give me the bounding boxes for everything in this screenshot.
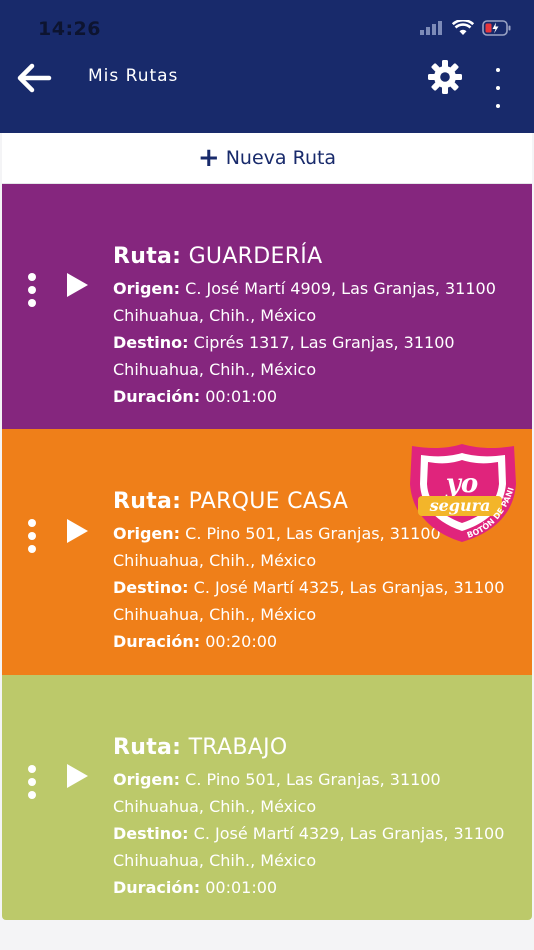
play-icon[interactable] [62, 516, 92, 546]
more-dot [496, 104, 500, 108]
duration-label: Duración: [113, 632, 201, 651]
battery-icon [482, 20, 511, 36]
route-name-value: TRABAJO [188, 735, 288, 760]
kebab-dot [28, 286, 36, 294]
more-vertical-icon [496, 68, 500, 72]
kebab-dot [28, 299, 36, 307]
panic-button-badge[interactable]: yo segura BOTÓN DE PÁNICO [407, 433, 520, 545]
destination-label: Destino: [113, 578, 189, 597]
origin-label: Origen: [113, 524, 181, 543]
origin-label: Origen: [113, 770, 181, 789]
duration-value: 00:20:00 [205, 632, 278, 651]
route-menu-button[interactable] [26, 765, 38, 799]
status-time: 14:26 [38, 18, 101, 40]
duration-value: 00:01:00 [205, 878, 278, 897]
signal-icon [420, 21, 442, 35]
route-name-label: Ruta: [113, 244, 182, 269]
new-route-button[interactable]: + Nueva Ruta [2, 133, 532, 184]
duration-label: Duración: [113, 878, 201, 897]
kebab-dot [28, 778, 36, 786]
route-destination: Destino: C. José Martí 4325, Las Granjas… [113, 574, 513, 628]
route-duration: Duración: 00:20:00 [113, 628, 513, 655]
kebab-icon [28, 273, 36, 281]
kebab-dot [28, 545, 36, 553]
route-destination: Destino: C. José Martí 4329, Las Granjas… [113, 820, 513, 874]
app-header: 14:26 Mis Rutas [0, 0, 534, 133]
screen: 14:26 Mis Rutas + Nueva Ruta Ruta: GUARD… [0, 0, 534, 950]
route-name: Ruta: TRABAJO [113, 735, 513, 760]
route-name-label: Ruta: [113, 735, 182, 760]
origin-label: Origen: [113, 279, 181, 298]
badge-line1: yo [445, 469, 478, 499]
arrow-left-icon [17, 63, 52, 93]
destination-label: Destino: [113, 333, 189, 352]
route-name-value: PARQUE CASA [188, 489, 349, 514]
route-name-label: Ruta: [113, 489, 182, 514]
route-duration: Duración: 00:01:00 [113, 383, 513, 410]
route-info: Ruta: TRABAJO Origen: C. Pino 501, Las G… [113, 735, 513, 901]
wifi-icon [452, 20, 474, 35]
settings-button[interactable] [424, 56, 466, 98]
route-duration: Duración: 00:01:00 [113, 874, 513, 901]
destination-label: Destino: [113, 824, 189, 843]
play-icon[interactable] [62, 761, 92, 791]
route-origin: Origen: C. Pino 501, Las Granjas, 31100 … [113, 766, 513, 820]
more-options-button[interactable] [486, 68, 510, 108]
back-button[interactable] [14, 58, 54, 98]
gear-icon [428, 60, 462, 94]
route-destination: Destino: Ciprés 1317, Las Granjas, 31100… [113, 329, 513, 383]
new-route-label: Nueva Ruta [225, 147, 337, 169]
duration-label: Duración: [113, 387, 201, 406]
route-info: Ruta: GUARDERÍA Origen: C. José Martí 49… [113, 244, 513, 410]
plus-icon: + [197, 143, 220, 173]
status-icons [420, 20, 512, 36]
kebab-icon [28, 519, 36, 527]
route-menu-button[interactable] [26, 519, 38, 553]
play-icon[interactable] [62, 270, 92, 300]
badge-line2: segura [429, 496, 491, 515]
kebab-dot [28, 532, 36, 540]
route-name: Ruta: GUARDERÍA [113, 244, 513, 269]
route-card[interactable]: Ruta: TRABAJO Origen: C. Pino 501, Las G… [2, 675, 532, 920]
duration-value: 00:01:00 [205, 387, 278, 406]
route-name-value: GUARDERÍA [188, 244, 323, 269]
yo-segura-logo: yo segura BOTÓN DE PÁNICO [407, 433, 516, 542]
route-card[interactable]: Ruta: GUARDERÍA Origen: C. José Martí 49… [2, 184, 532, 429]
route-menu-button[interactable] [26, 273, 38, 307]
kebab-dot [28, 791, 36, 799]
page-title: Mis Rutas [88, 66, 179, 86]
more-dot [496, 86, 500, 90]
route-origin: Origen: C. José Martí 4909, Las Granjas,… [113, 275, 513, 329]
kebab-icon [28, 765, 36, 773]
